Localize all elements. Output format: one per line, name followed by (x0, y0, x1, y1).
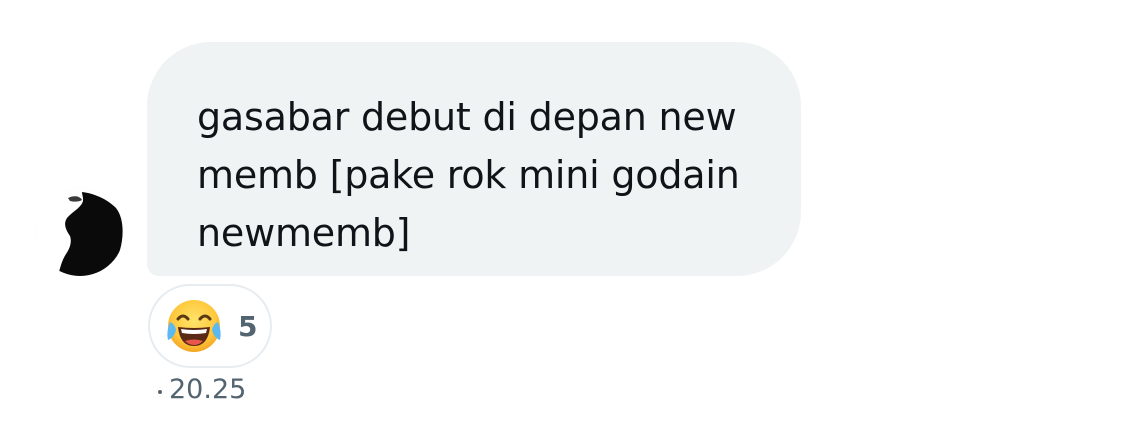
reaction-count: 5 (238, 309, 258, 343)
sender-avatar[interactable] (36, 188, 124, 276)
message-line: gasabar debut di depan new (197, 95, 737, 139)
face-with-tears-of-joy-icon (167, 300, 221, 352)
message-bubble[interactable]: gasabar debut di depan new memb [pake ro… (147, 42, 801, 276)
silhouette-avatar-icon (36, 188, 124, 276)
timestamp-text: 20.25 (169, 374, 247, 405)
message-line: memb [pake rok mini godain (197, 153, 740, 197)
message-line: newmemb] (197, 211, 411, 255)
separator-dot (158, 389, 162, 394)
reaction-pill[interactable]: 5 (148, 284, 272, 368)
message-text: gasabar debut di depan new memb [pake ro… (197, 88, 761, 262)
message-timestamp: 20.25 (158, 374, 246, 405)
